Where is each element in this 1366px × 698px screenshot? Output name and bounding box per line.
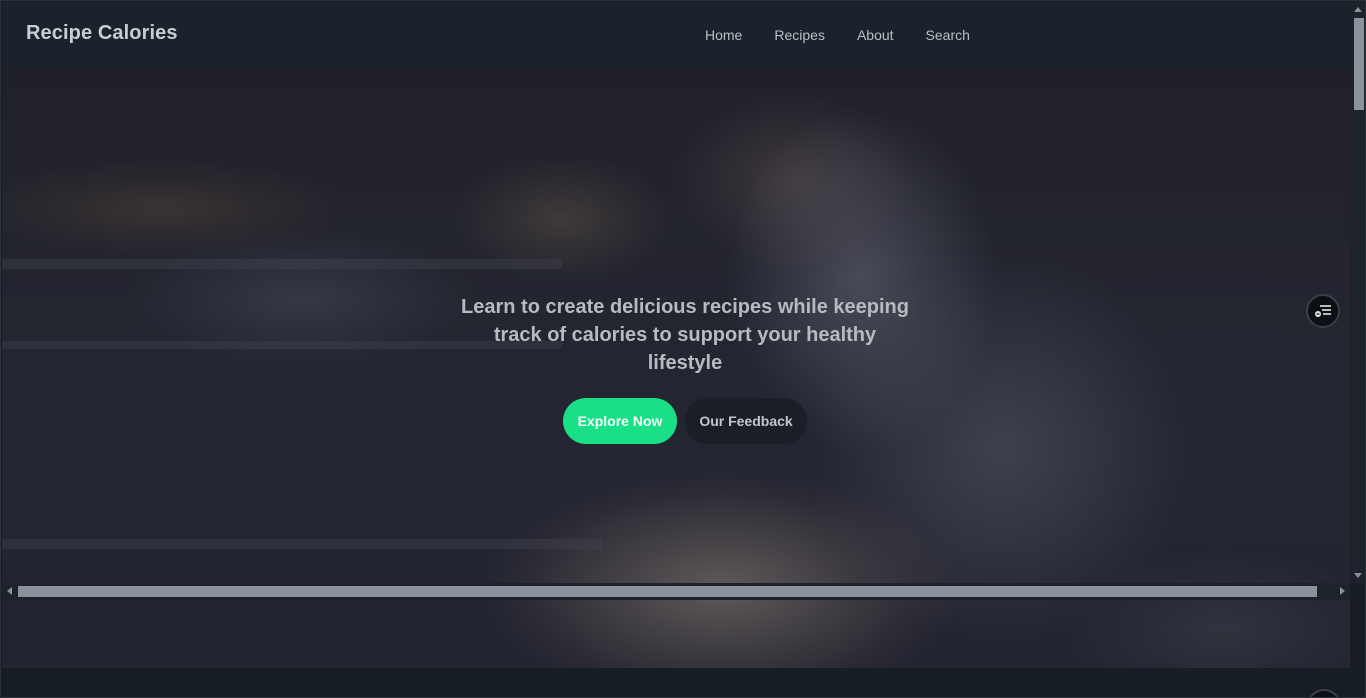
page: Recipe Calories Home Recipes About Searc… (0, 0, 1366, 698)
explore-now-button[interactable]: Explore Now (563, 398, 677, 444)
our-feedback-button[interactable]: Our Feedback (685, 398, 807, 444)
scroll-left-arrow-icon[interactable] (7, 587, 12, 595)
scroll-right-arrow-icon[interactable] (1340, 587, 1345, 595)
brand-logo[interactable]: Recipe Calories (26, 22, 178, 45)
nav-links: Home Recipes About Search (705, 27, 1002, 43)
hero-section: Learn to create delicious recipes while … (2, 69, 1350, 668)
nav-link-recipes[interactable]: Recipes (774, 27, 825, 43)
horizontal-scrollbar-thumb[interactable] (18, 586, 1317, 597)
scroll-up-arrow-icon[interactable] (1354, 7, 1362, 12)
vertical-scrollbar[interactable] (1350, 2, 1365, 583)
nav-link-home[interactable]: Home (705, 27, 742, 43)
nav-link-search[interactable]: Search (926, 27, 970, 43)
horizontal-scrollbar[interactable] (2, 583, 1350, 600)
navbar: Recipe Calories Home Recipes About Searc… (2, 2, 1350, 69)
hero-title: Learn to create delicious recipes while … (461, 296, 909, 374)
filter-list-icon (1315, 305, 1331, 317)
scroll-down-arrow-icon[interactable] (1354, 573, 1362, 578)
filter-widget-button[interactable] (1306, 294, 1340, 328)
nav-link-about[interactable]: About (857, 27, 894, 43)
vertical-scrollbar-thumb[interactable] (1354, 18, 1364, 110)
footer-area (2, 668, 1365, 697)
